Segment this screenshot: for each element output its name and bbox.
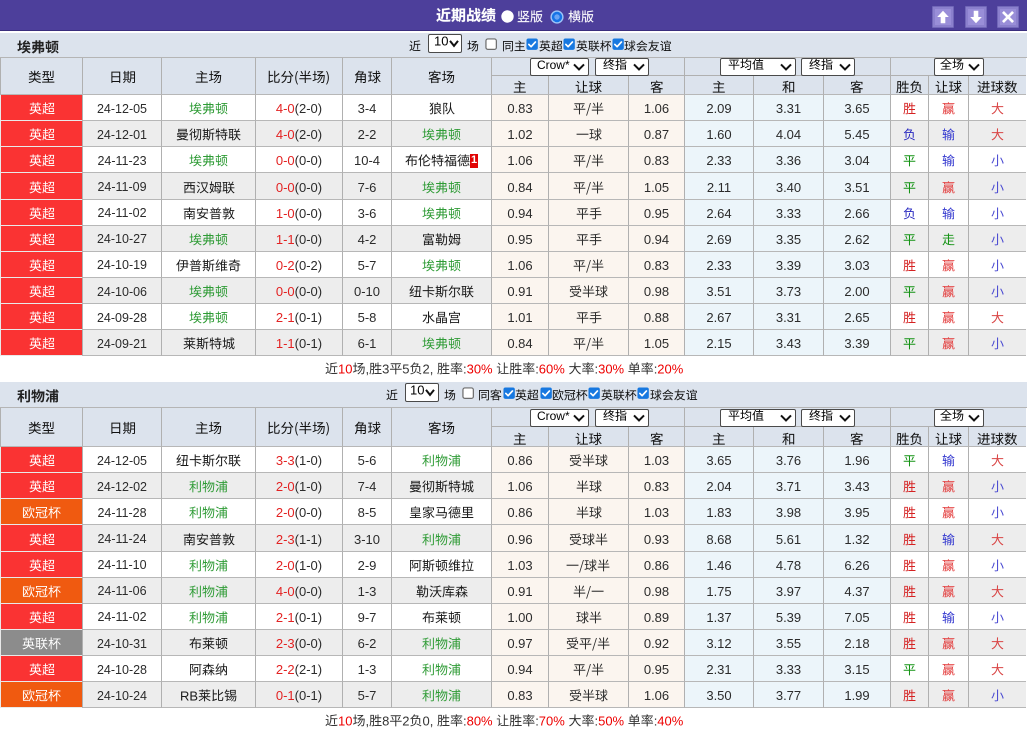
- svg-text:0,: 0,: [422, 713, 433, 728]
- svg-text:10: 10: [338, 713, 352, 728]
- svg-text:10: 10: [434, 33, 448, 48]
- svg-text:10: 10: [338, 361, 352, 376]
- svg-text:40%: 40%: [657, 713, 683, 728]
- svg-text:50%: 50%: [598, 713, 624, 728]
- svg-text:2,: 2,: [422, 361, 433, 376]
- svg-text:RB: RB: [180, 689, 198, 704]
- svg-text:80%: 80%: [466, 713, 492, 728]
- svg-text:10: 10: [410, 382, 424, 397]
- svg-text:2: 2: [402, 713, 409, 728]
- svg-text:8: 8: [382, 713, 389, 728]
- svg-text:Crow*: Crow*: [537, 58, 570, 72]
- svg-text:5: 5: [402, 361, 409, 376]
- svg-text:70%: 70%: [539, 713, 565, 728]
- svg-text:30%: 30%: [598, 361, 624, 376]
- svg-text:3: 3: [382, 361, 389, 376]
- svg-text:,: ,: [365, 713, 369, 728]
- svg-text:,: ,: [365, 361, 369, 376]
- svg-text:20%: 20%: [657, 361, 683, 376]
- svg-text:30%: 30%: [466, 361, 492, 376]
- svg-text:Crow*: Crow*: [537, 409, 570, 423]
- svg-text:60%: 60%: [539, 361, 565, 376]
